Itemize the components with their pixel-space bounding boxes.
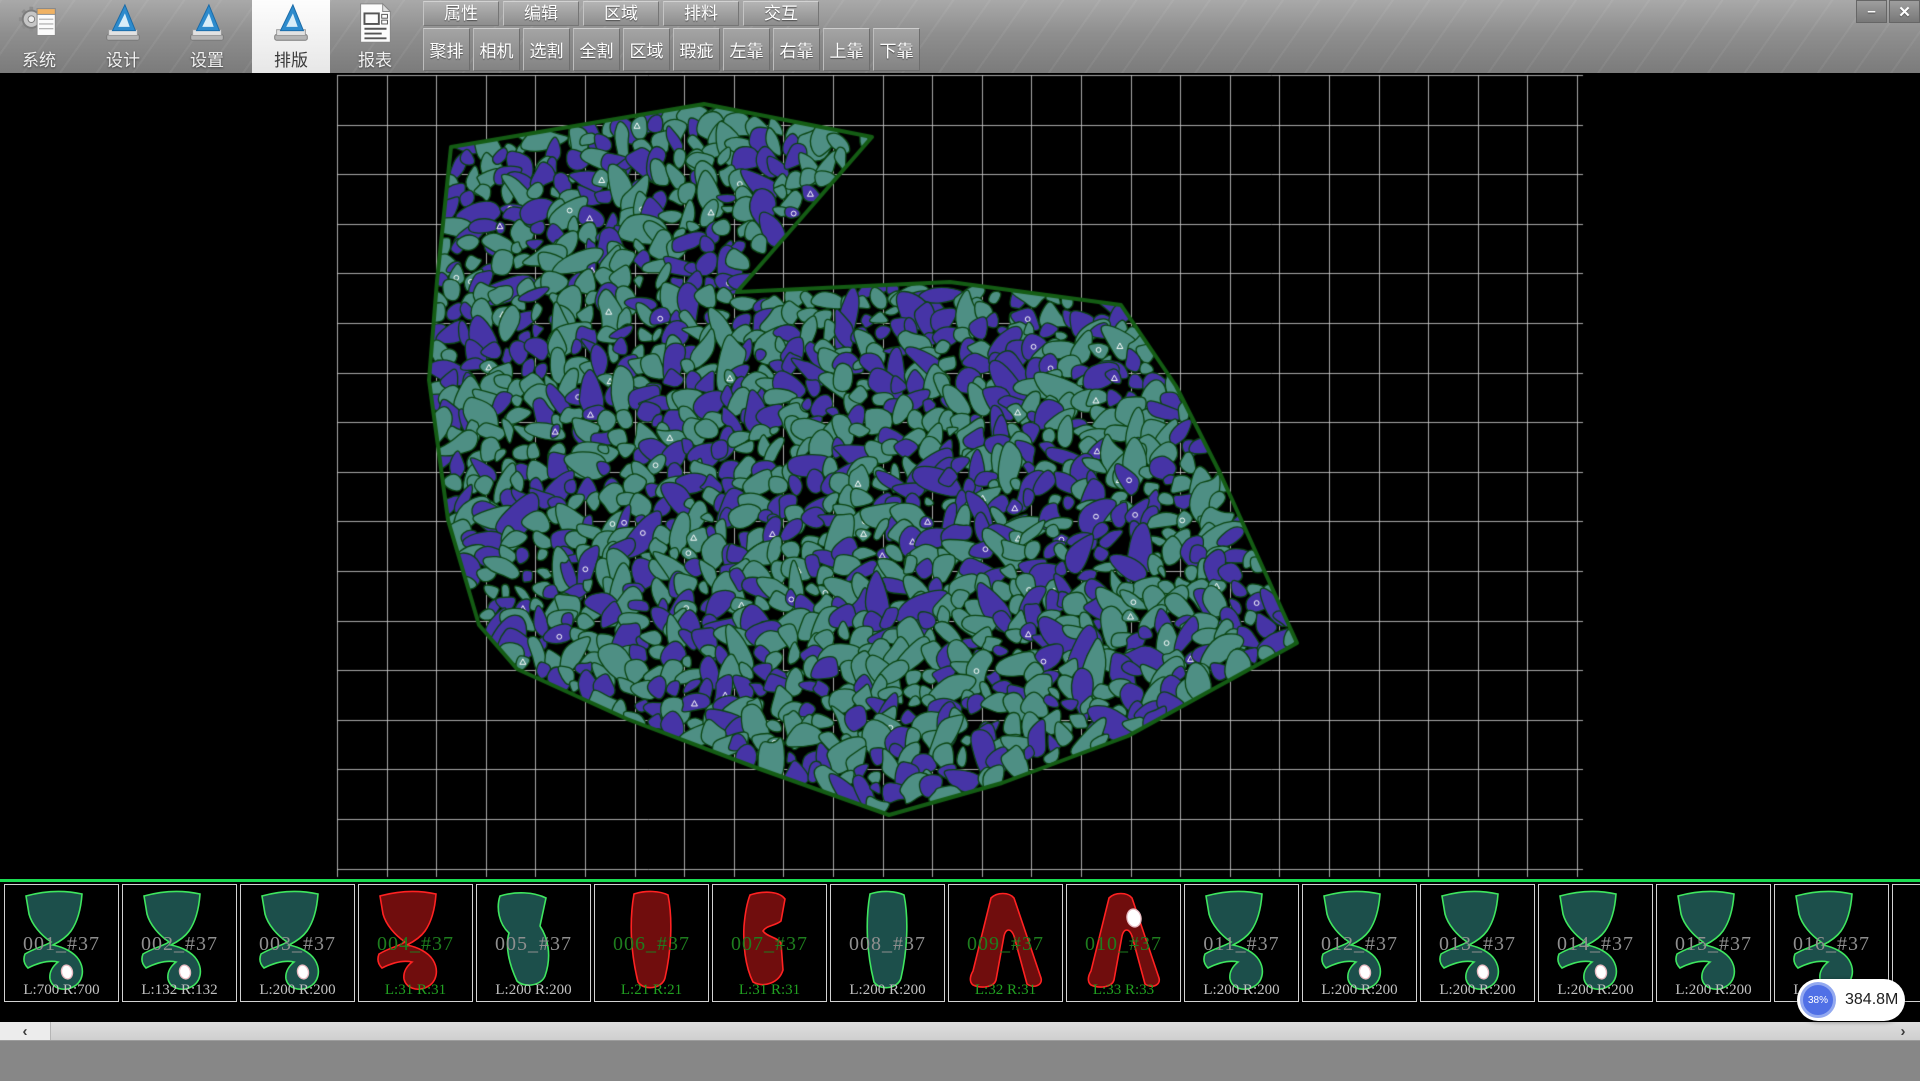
tool-button-snap-left[interactable]: 左靠 [723, 28, 770, 71]
thumbnail-cell[interactable]: 008_#37L:200 R:200 [830, 884, 945, 1002]
horizontal-scrollbar[interactable]: ‹ › [0, 1022, 1920, 1040]
piece-shape [1427, 888, 1529, 998]
recorder-size-label: 384.8M [1845, 991, 1898, 1009]
design-icon [100, 0, 146, 46]
piece-shape [1191, 888, 1293, 998]
status-bar [0, 1040, 1920, 1081]
tool-button-defect[interactable]: 瑕疵 [673, 28, 720, 71]
thumbnail-cell[interactable]: 001_#37L:700 R:700 [4, 884, 119, 1002]
app-button-nesting[interactable]: 排版 [252, 0, 330, 73]
tool-button-select-cut[interactable]: 选割 [523, 28, 570, 71]
nesting-icon [268, 0, 314, 46]
piece-shape [247, 888, 349, 998]
settings-icon [184, 0, 230, 46]
piece-shape [601, 888, 703, 998]
piece-shape [11, 888, 113, 998]
app-button-system[interactable]: 系统 [0, 0, 78, 73]
piece-shape [1073, 888, 1175, 998]
app-button-label: 设计 [106, 46, 140, 71]
tool-button-region[interactable]: 区域 [623, 28, 670, 71]
thumbnail-cell[interactable]: 005_#37L:200 R:200 [476, 884, 591, 1002]
piece-shape [719, 888, 821, 998]
app-button-label: 系统 [22, 46, 56, 71]
scroll-right-button[interactable]: › [1890, 1022, 1916, 1040]
app-button-design[interactable]: 设计 [84, 0, 162, 73]
app-button-label: 设置 [190, 46, 224, 71]
app-button-settings[interactable]: 设置 [168, 0, 246, 73]
menu-properties[interactable]: 属性 [423, 1, 499, 26]
tool-button-snap-down[interactable]: 下靠 [873, 28, 920, 71]
piece-shape [955, 888, 1057, 998]
close-button[interactable]: ✕ [1889, 0, 1920, 23]
thumbnail-cell[interactable]: 012_#37L:200 R:200 [1302, 884, 1417, 1002]
scroll-left-button[interactable]: ‹ [0, 1022, 51, 1040]
piece-shape [1663, 888, 1765, 998]
main-toolbar: 系统设计设置排版报表 属性编辑区域排料交互 聚排相机选割全割区域瑕疵左靠右靠上靠… [0, 0, 1920, 74]
system-icon [16, 0, 62, 46]
thumbnail-cell[interactable]: 007_#37L:31 R:31 [712, 884, 827, 1002]
thumbnail-cell[interactable]: 015_#37L:200 R:200 [1656, 884, 1771, 1002]
thumbnail-cell[interactable]: 004_#37L:31 R:31 [358, 884, 473, 1002]
thumbnail-cell[interactable]: 010_#37L:33 R:33 [1066, 884, 1181, 1002]
thumbnail-cell[interactable]: 002_#37L:132 R:132 [122, 884, 237, 1002]
piece-shape [483, 888, 585, 998]
app-button-label: 报表 [358, 46, 392, 71]
menu-interact[interactable]: 交互 [743, 1, 819, 26]
piece-shape [1545, 888, 1647, 998]
application-window: { "window": {"minimize": "–", "close": "… [0, 0, 1920, 1080]
minimize-button[interactable]: – [1856, 0, 1887, 23]
piece-shape [129, 888, 231, 998]
nesting-canvas[interactable] [0, 73, 1920, 879]
app-button-label: 排版 [274, 46, 308, 71]
strip-spacer [0, 1006, 1920, 1022]
menu-edit[interactable]: 编辑 [503, 1, 579, 26]
thumbnail-cell[interactable]: 003_#37L:200 R:200 [240, 884, 355, 1002]
piece-shape [1309, 888, 1411, 998]
piece-shape [365, 888, 467, 998]
thumbnail-cell[interactable]: 009_#37L:32 R:31 [948, 884, 1063, 1002]
report-icon [352, 0, 398, 46]
tool-button-cluster-nest[interactable]: 聚排 [423, 28, 470, 71]
menu-region[interactable]: 区域 [583, 1, 659, 26]
tool-button-snap-right[interactable]: 右靠 [773, 28, 820, 71]
tool-button-cut-all[interactable]: 全割 [573, 28, 620, 71]
piece-thumbnail-strip: 001_#37L:700 R:700002_#37L:132 R:132003_… [0, 882, 1920, 1006]
thumbnail-cell[interactable]: 014_#37L:200 R:200 [1538, 884, 1653, 1002]
piece-shape [1899, 888, 1920, 998]
menu-nest[interactable]: 排料 [663, 1, 739, 26]
recorder-overlay[interactable]: 38% 384.8M [1797, 979, 1905, 1021]
piece-shape [837, 888, 939, 998]
thumbnail-cell[interactable]: 013_#37L:200 R:200 [1420, 884, 1535, 1002]
thumbnail-cell[interactable]: 011_#37L:200 R:200 [1184, 884, 1299, 1002]
recorder-progress-circle: 38% [1800, 982, 1836, 1018]
tool-button-snap-up[interactable]: 上靠 [823, 28, 870, 71]
tool-button-camera[interactable]: 相机 [473, 28, 520, 71]
thumbnail-cell[interactable]: 006_#37L:21 R:21 [594, 884, 709, 1002]
app-button-report[interactable]: 报表 [336, 0, 414, 73]
